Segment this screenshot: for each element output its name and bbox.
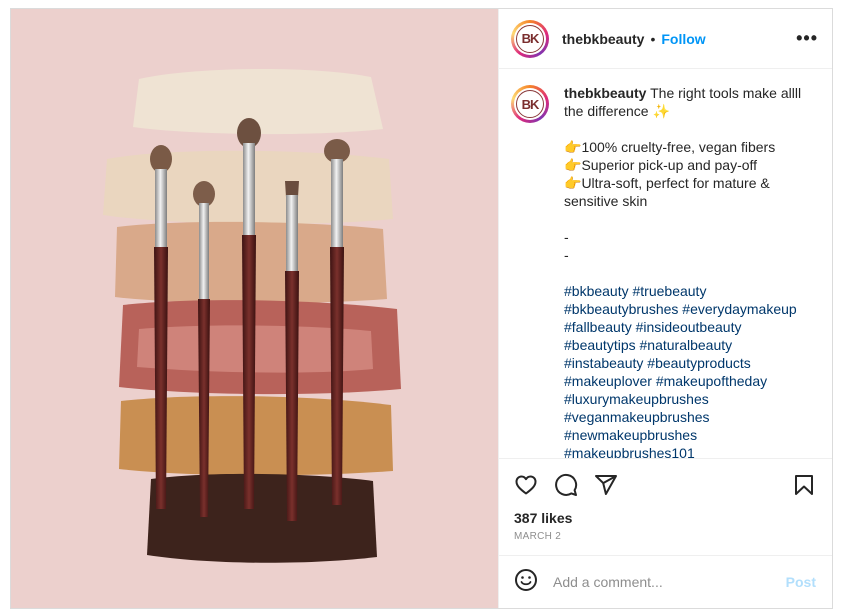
caption-text: thebkbeauty The right tools make allll t… (564, 84, 816, 458)
caption-username[interactable]: thebkbeauty (564, 85, 646, 101)
bookmark-icon[interactable] (792, 473, 816, 497)
instagram-post: BK thebkbeauty • Follow ••• BK thebkbeau… (10, 8, 833, 609)
hashtag-line[interactable]: #makeupbrushes101 (564, 444, 816, 458)
bullet-line: 👉Ultra-soft, perfect for mature & sensit… (564, 175, 770, 209)
bullet-line: 👉100% cruelty-free, vegan fibers (564, 139, 776, 155)
hashtag-line[interactable]: #instabeauty #beautyproducts (564, 354, 816, 372)
hashtag-line[interactable]: #newmakeupbrushes (564, 426, 816, 444)
profile-avatar[interactable]: BK (511, 19, 549, 58)
follow-button[interactable]: Follow (661, 31, 705, 47)
dash-line: - (564, 247, 569, 263)
post-date: MARCH 2 (514, 531, 562, 542)
like-count[interactable]: 387 likes (514, 510, 816, 526)
avatar-logo: BK (516, 90, 544, 118)
post-header: BK thebkbeauty • Follow ••• (499, 9, 832, 69)
sparkle-icon: ✨ (652, 103, 670, 119)
post-panel: BK thebkbeauty • Follow ••• BK thebkbeau… (498, 9, 832, 608)
comment-input[interactable]: Add a comment... (553, 574, 663, 590)
pointing-hand-icon: 👉 (564, 157, 582, 173)
hashtag-line[interactable]: #bkbeautybrushes #everydaymakeup (564, 300, 816, 318)
heart-icon[interactable] (514, 473, 538, 497)
caption-section: BK thebkbeauty The right tools make alll… (499, 70, 832, 458)
hashtag-line[interactable]: #bkbeauty #truebeauty (564, 282, 816, 300)
separator-dot: • (650, 30, 656, 47)
swatch-brown (147, 473, 377, 563)
username-link[interactable]: thebkbeauty (562, 31, 644, 47)
pointing-hand-icon: 👉 (564, 139, 582, 155)
pointing-hand-icon: 👉 (564, 175, 582, 191)
caption-avatar[interactable]: BK (511, 85, 549, 123)
post-comment-button[interactable]: Post (786, 574, 816, 590)
action-bar: 387 likes MARCH 2 (499, 458, 832, 555)
hashtag-line[interactable]: #luxurymakeupbrushes (564, 390, 816, 408)
bullet-line: 👉Superior pick-up and pay-off (564, 157, 758, 173)
hashtag-line[interactable]: #fallbeauty #insideoutbeauty (564, 318, 816, 336)
hashtag-line[interactable]: #beautytips #naturalbeauty (564, 336, 816, 354)
brush-4 (285, 181, 299, 521)
hashtag-line[interactable]: #makeuplover #makeupoftheday (564, 372, 816, 390)
hashtag-line[interactable]: #veganmakeupbrushes (564, 408, 816, 426)
comment-bar: Add a comment... Post (499, 555, 832, 608)
share-icon[interactable] (594, 473, 618, 497)
makeup-brushes-image (103, 68, 401, 563)
comment-icon[interactable] (554, 473, 578, 497)
more-options-icon[interactable]: ••• (796, 28, 818, 49)
emoji-icon[interactable] (514, 568, 538, 597)
dash-line: - (564, 229, 569, 245)
avatar-logo: BK (516, 24, 544, 53)
post-image[interactable] (11, 9, 498, 608)
